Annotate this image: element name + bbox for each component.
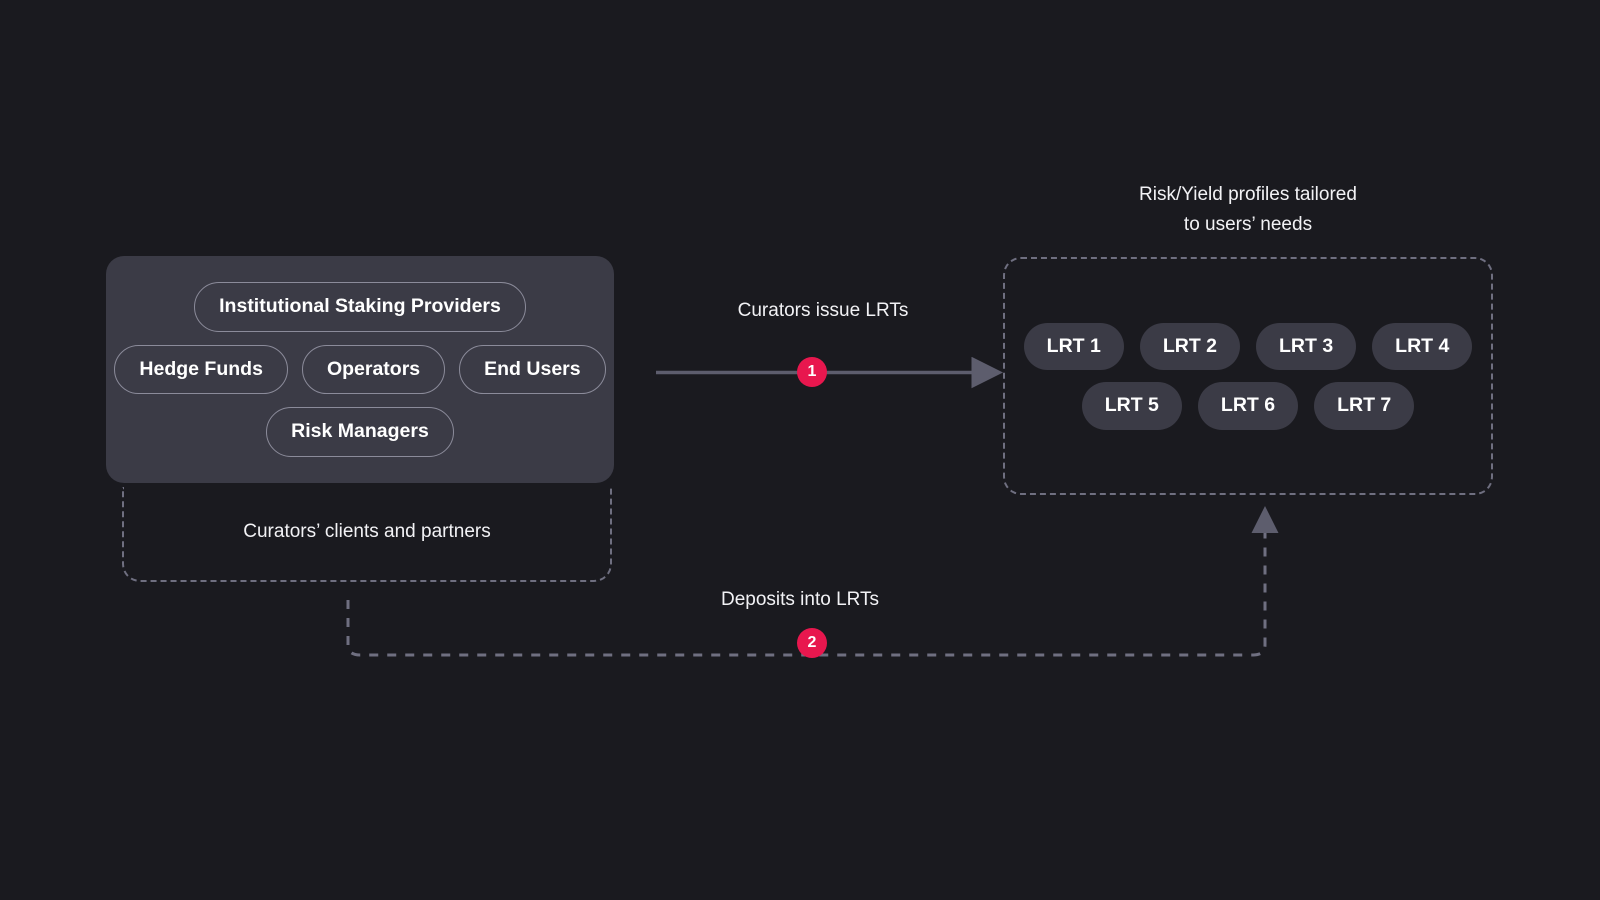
lrt-pill-2[interactable]: LRT 2 bbox=[1139, 322, 1240, 370]
lrt-pill-7[interactable]: LRT 7 bbox=[1314, 382, 1415, 430]
lrt-group-caption-line-1: Risk/Yield profiles tailored bbox=[1139, 184, 1357, 205]
curator-pill-end-users[interactable]: End Users bbox=[459, 344, 606, 395]
flow-2-label: Deposits into LRTs bbox=[720, 589, 880, 610]
lrt-group-caption: Risk/Yield profiles tailored to users’ n… bbox=[1003, 180, 1493, 241]
lrt-group-caption-line-2: to users’ needs bbox=[1183, 214, 1313, 236]
clients-group-caption: Curators’ clients and partners bbox=[243, 521, 491, 542]
lrt-pill-5[interactable]: LRT 5 bbox=[1081, 382, 1182, 430]
curator-pill-risk-managers[interactable]: Risk Managers bbox=[266, 407, 454, 457]
lrt-pill-4[interactable]: LRT 4 bbox=[1372, 322, 1473, 370]
curator-pill-operators[interactable]: Operators bbox=[301, 344, 446, 395]
curator-pill-institutional-staking-providers[interactable]: Institutional Staking Providers bbox=[194, 282, 526, 332]
lrt-row-2: LRT 5 LRT 6 LRT 7 bbox=[1081, 382, 1415, 430]
curators-panel: Institutional Staking Providers Hedge Fu… bbox=[106, 256, 614, 483]
lrt-pill-6[interactable]: LRT 6 bbox=[1197, 382, 1299, 430]
curators-row-2: Hedge Funds Operators End Users bbox=[114, 344, 606, 395]
curators-row-1: Institutional Staking Providers bbox=[124, 282, 596, 332]
curator-pill-hedge-funds[interactable]: Hedge Funds bbox=[114, 344, 288, 395]
lrt-pill-1[interactable]: LRT 1 bbox=[1023, 322, 1124, 370]
diagram-canvas: Institutional Staking Providers Hedge Fu… bbox=[0, 0, 1600, 900]
flow-1-step-badge: 1 bbox=[797, 357, 827, 387]
lrt-pill-3[interactable]: LRT 3 bbox=[1256, 322, 1357, 370]
lrt-row-1: LRT 1 LRT 2 LRT 3 LRT 4 bbox=[1023, 322, 1473, 370]
lrt-group-content: LRT 1 LRT 2 LRT 3 LRT 4 LRT 5 LRT 6 LRT … bbox=[1003, 257, 1493, 495]
curators-row-3: Risk Managers bbox=[124, 407, 596, 457]
flow-1-label: Curators issue LRTs bbox=[737, 300, 909, 321]
flow-2-step-badge: 2 bbox=[797, 628, 827, 658]
